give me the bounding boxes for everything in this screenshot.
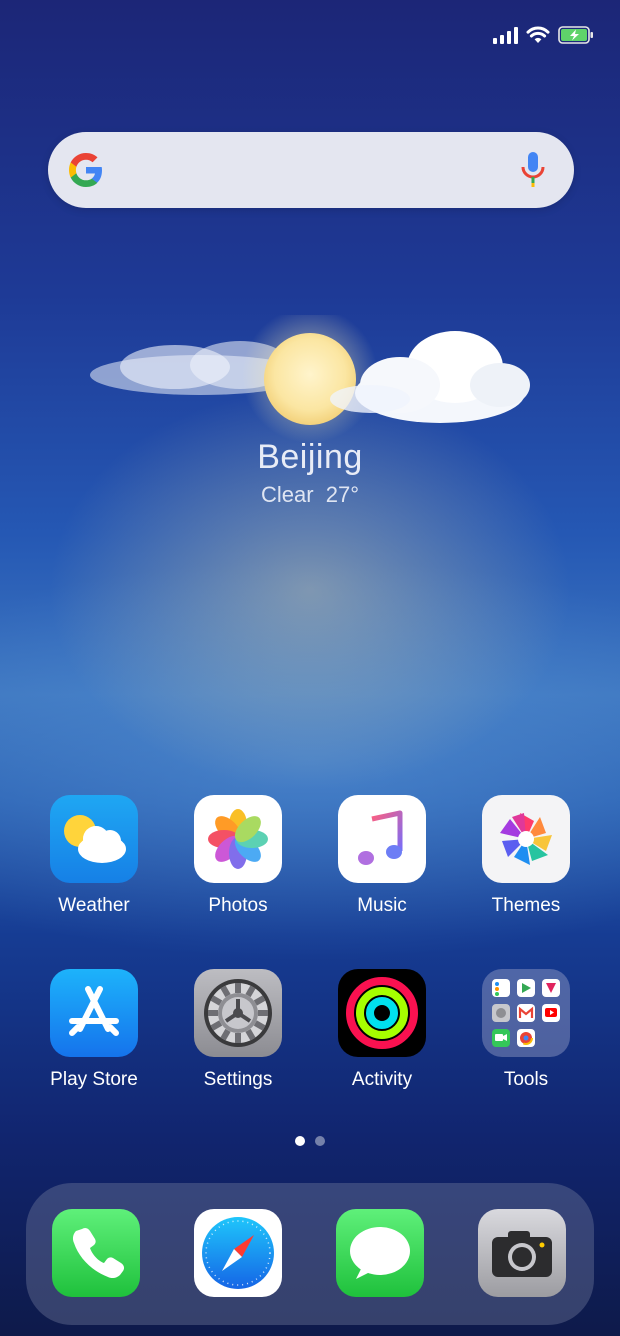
app-label: Tools [503,1069,549,1090]
battery-charging-icon [558,26,593,44]
sun-cloud-icon [90,315,530,443]
app-photos[interactable]: Photos [166,795,310,917]
gear-icon [194,969,282,1057]
music-icon [338,795,426,883]
phone-icon[interactable] [52,1209,140,1297]
app-play-store[interactable]: Play Store [22,969,166,1091]
page-dot-active[interactable] [295,1136,305,1146]
folder-icon [482,969,570,1057]
app-label: Themes [491,895,561,916]
dock [26,1183,594,1325]
weather-temperature: 27° [325,482,360,507]
app-activity[interactable]: Activity [310,969,454,1091]
page-indicator[interactable] [0,1136,620,1146]
weather-condition-text: Clear [260,482,314,507]
weather-icon [50,795,138,883]
weather-conditions: Clear 27° [0,482,620,508]
weather-city: Beijing [257,438,363,476]
app-label: Music [357,895,407,916]
app-label: Photos [208,895,268,916]
safari-compass-icon[interactable] [194,1209,282,1297]
app-settings[interactable]: Settings [166,969,310,1091]
app-label: Activity [351,1069,413,1090]
camera-icon[interactable] [478,1209,566,1297]
google-search-bar[interactable] [48,132,574,208]
themes-icon [482,795,570,883]
app-music[interactable]: Music [310,795,454,917]
app-label: Weather [58,895,130,916]
messages-icon[interactable] [336,1209,424,1297]
wifi-icon [526,26,550,43]
app-store-icon [50,969,138,1057]
page-dot[interactable] [315,1136,325,1146]
status-bar [493,22,594,48]
app-weather[interactable]: Weather [22,795,166,917]
app-label: Play Store [50,1069,138,1090]
activity-rings-icon [338,969,426,1057]
app-label: Settings [203,1069,273,1090]
photos-icon [194,795,282,883]
signal-icon [493,26,518,44]
google-g-icon [69,153,102,187]
app-themes[interactable]: Themes [454,795,598,917]
app-tools-folder[interactable]: Tools [454,969,598,1091]
mic-icon[interactable] [518,150,548,190]
